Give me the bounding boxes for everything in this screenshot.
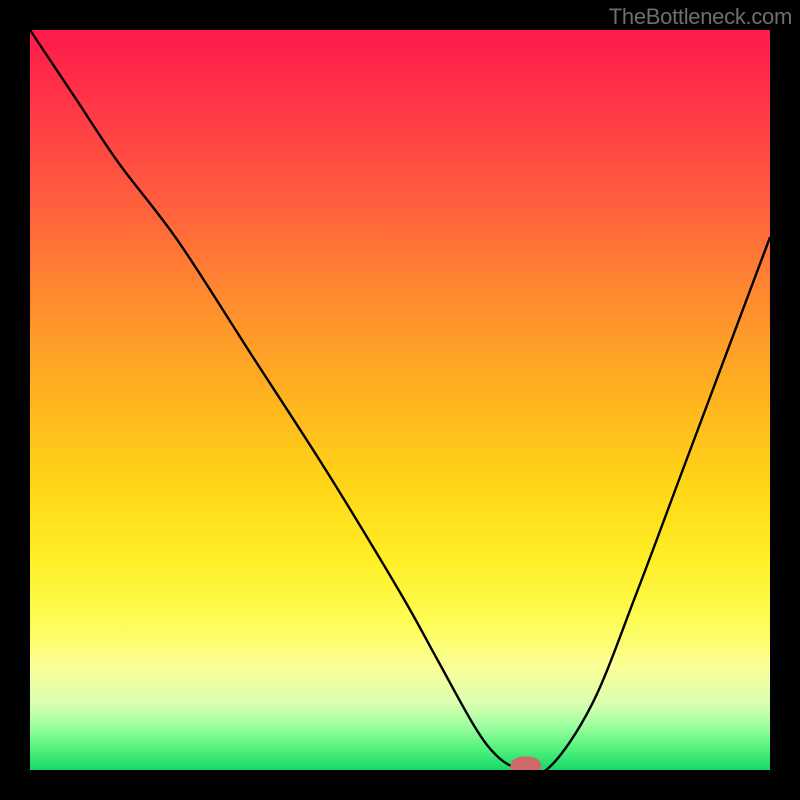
curve-layer xyxy=(30,30,770,770)
plot-area xyxy=(30,30,770,770)
optimal-point-marker xyxy=(514,760,538,770)
bottleneck-curve xyxy=(30,30,770,770)
watermark-text: TheBottleneck.com xyxy=(609,4,792,30)
chart-frame: TheBottleneck.com xyxy=(0,0,800,800)
